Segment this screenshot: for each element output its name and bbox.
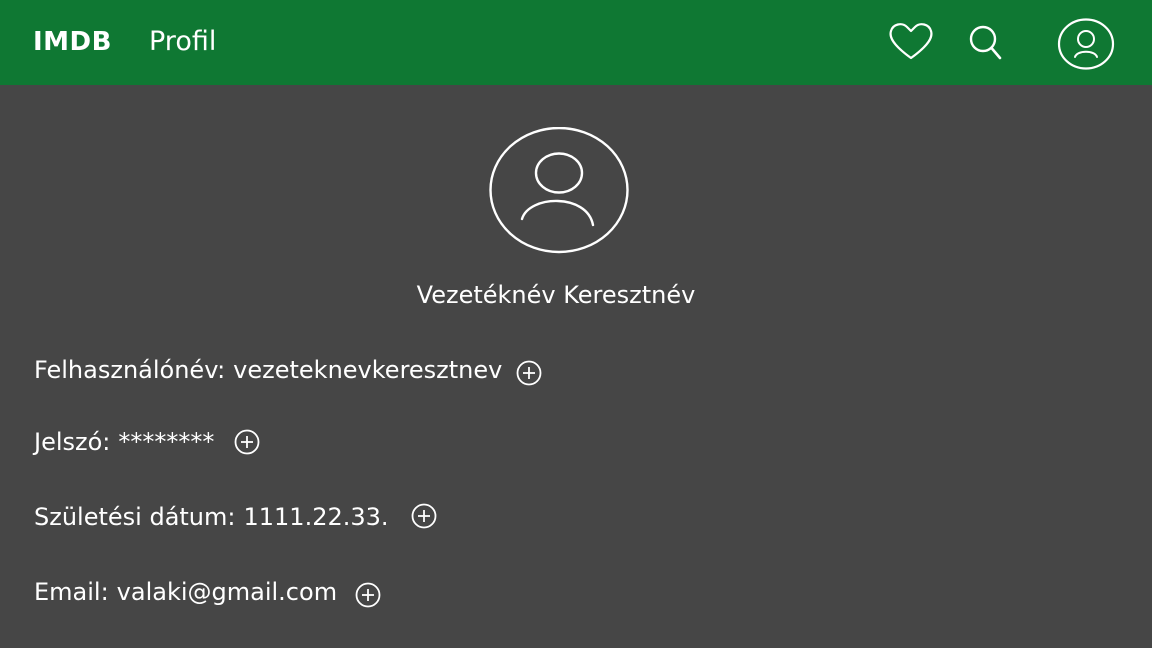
email-row: Email: valaki@gmail.com bbox=[34, 574, 381, 610]
search-icon bbox=[967, 23, 1005, 63]
birthdate-row: Születési dátum: 1111.22.33. bbox=[34, 499, 437, 535]
page-title: Profil bbox=[149, 26, 217, 57]
plus-circle-icon bbox=[355, 582, 381, 608]
username-value: vezeteknevkeresztnev bbox=[233, 356, 503, 384]
user-avatar-icon bbox=[489, 126, 631, 259]
edit-password-button[interactable] bbox=[234, 429, 260, 455]
email-label: Email: bbox=[34, 578, 109, 606]
search-button[interactable] bbox=[967, 23, 1005, 63]
heart-icon bbox=[887, 21, 935, 61]
birthdate-label: Születési dátum: bbox=[34, 503, 236, 531]
plus-circle-icon bbox=[234, 429, 260, 455]
favorites-button[interactable] bbox=[887, 21, 935, 61]
edit-username-button[interactable] bbox=[516, 360, 542, 386]
email-value: valaki@gmail.com bbox=[116, 578, 338, 606]
password-label: Jelszó: bbox=[34, 428, 111, 456]
username-label: Felhasználónév: bbox=[34, 356, 226, 384]
edit-birthdate-button[interactable] bbox=[411, 503, 437, 529]
user-icon bbox=[1057, 17, 1115, 71]
plus-circle-icon bbox=[411, 503, 436, 529]
username-row: Felhasználónév: vezeteknevkeresztnev bbox=[34, 352, 542, 388]
profile-avatar bbox=[489, 126, 631, 259]
password-value: ******** bbox=[118, 428, 215, 456]
edit-email-button[interactable] bbox=[355, 582, 381, 608]
password-row: Jelszó: ******** bbox=[34, 424, 260, 460]
birthdate-value: 1111.22.33. bbox=[243, 503, 389, 531]
top-navigation-bar: IMDB Profil bbox=[0, 0, 1152, 85]
brand-logo[interactable]: IMDB bbox=[33, 27, 112, 57]
profile-button[interactable] bbox=[1057, 17, 1115, 71]
plus-circle-icon bbox=[516, 360, 542, 386]
user-full-name: Vezetéknév Keresztnév bbox=[416, 281, 696, 309]
